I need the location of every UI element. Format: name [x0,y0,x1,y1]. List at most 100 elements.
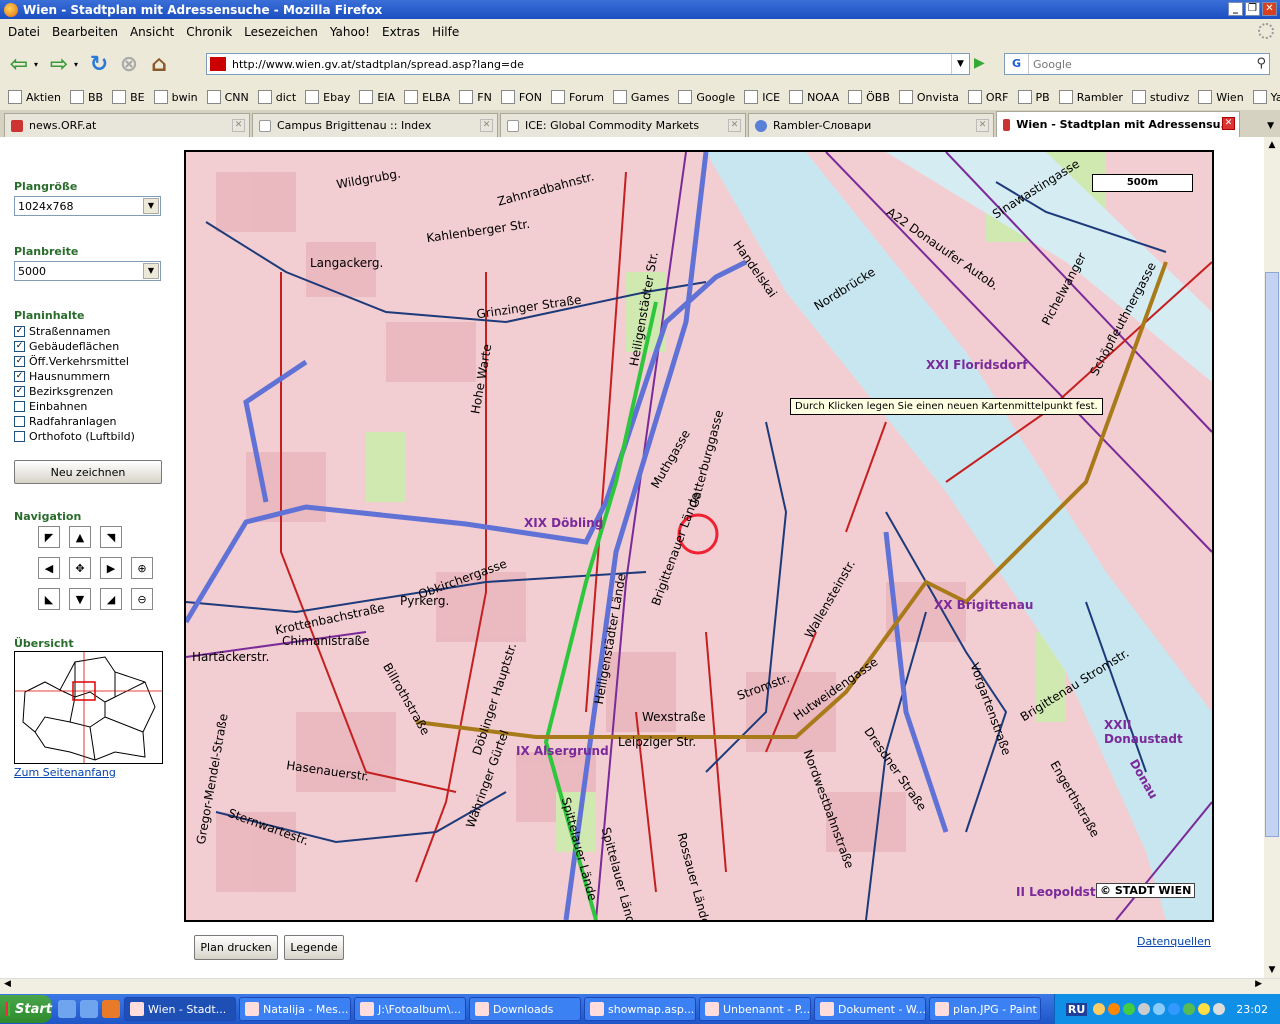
checkbox-unchecked[interactable] [14,401,25,412]
tray-icon[interactable] [1093,1003,1106,1015]
close-window-button[interactable]: ✕ [1262,2,1277,16]
option-verkehrsmittel[interactable]: ✓ Öff.Verkehrsmittel [14,354,164,369]
search-input[interactable]: G Google ⚲ [1004,53,1270,75]
checkbox-checked[interactable]: ✓ [14,341,25,352]
quicklaunch-icon[interactable] [58,1000,76,1018]
menu-datei[interactable]: Datei [2,25,46,39]
bookmark-item[interactable]: Google [678,90,735,104]
task-plan-paint[interactable]: plan.JPG - Paint [929,997,1041,1021]
tab-news-orf[interactable]: news.ORF.at ✕ [4,113,250,137]
bookmark-item[interactable]: studivz [1131,90,1189,104]
scroll-down-icon[interactable]: ▼ [1264,962,1280,978]
pan-west-icon[interactable]: ◀ [38,557,60,579]
checkbox-unchecked[interactable] [14,416,25,427]
bookmark-item[interactable]: ELBA [404,90,450,104]
top-of-page-link[interactable]: Zum Seitenanfang [14,766,116,779]
go-icon[interactable]: ▶ [974,55,985,71]
redraw-button[interactable]: Neu zeichnen [14,460,162,484]
stop-icon[interactable]: ⊗ [114,49,144,79]
scroll-up-icon[interactable]: ▲ [1264,137,1280,153]
task-showmap[interactable]: showmap.asp... [584,997,696,1021]
back-icon[interactable]: ⇦ [4,49,34,79]
overview-map[interactable] [14,651,163,764]
bookmark-item[interactable]: Aktien [8,90,61,104]
task-wien-stadtplan[interactable]: Wien - Stadt... [124,997,236,1021]
task-fotoalbum[interactable]: J:\Fotoalbum\... [354,997,466,1021]
language-indicator[interactable]: RU [1065,1002,1088,1016]
bookmark-item[interactable]: BB [70,90,103,104]
bookmark-item[interactable]: CNN [206,90,249,104]
pan-northwest-icon[interactable]: ◤ [38,526,60,548]
checkbox-checked[interactable]: ✓ [14,371,25,382]
close-tab-icon[interactable]: ✕ [976,119,989,132]
volume-icon[interactable] [1213,1003,1226,1015]
minimize-button[interactable]: _ [1228,2,1243,16]
option-hausnummern[interactable]: ✓ Hausnummern [14,369,164,384]
bookmark-item[interactable]: Ebay [305,90,350,104]
bookmark-item[interactable]: Games [612,90,669,104]
option-bezirksgrenzen[interactable]: ✓ Bezirksgrenzen [14,384,164,399]
bookmark-item[interactable]: PB [1017,90,1050,104]
bookmark-item[interactable]: Wien [1198,90,1244,104]
tab-wien-stadtplan[interactable]: Wien - Stadtplan mit Adressensu... ✕ [996,111,1240,137]
bookmark-item[interactable]: dict [257,90,296,104]
menu-yahoo[interactable]: Yahoo! [324,25,376,39]
close-tab-icon[interactable]: ✕ [232,119,245,132]
firefox-quicklaunch-icon[interactable] [102,1000,120,1018]
back-dropdown-icon[interactable]: ▾ [34,60,44,69]
pan-southwest-icon[interactable]: ◣ [38,588,60,610]
chevron-down-icon[interactable]: ▼ [143,263,159,279]
pan-east-icon[interactable]: ▶ [100,557,122,579]
zoom-out-icon[interactable]: ⊖ [131,588,153,610]
maximize-button[interactable]: ❐ [1245,2,1260,16]
close-tab-icon[interactable]: ✕ [728,119,741,132]
address-bar[interactable]: http://www.wien.gv.at/stadtplan/spread.a… [206,53,970,75]
tray-icon[interactable] [1123,1003,1136,1015]
forward-dropdown-icon[interactable]: ▾ [74,60,84,69]
pan-south-icon[interactable]: ▼ [69,588,91,610]
close-tab-icon[interactable]: ✕ [1222,117,1235,130]
menu-ansicht[interactable]: Ansicht [124,25,180,39]
close-tab-icon[interactable]: ✕ [480,119,493,132]
print-plan-button[interactable]: Plan drucken [194,935,278,960]
tray-icon[interactable] [1153,1003,1166,1015]
bookmark-item[interactable]: FN [459,90,492,104]
tray-icon[interactable] [1108,1003,1121,1015]
center-map-icon[interactable]: ✥ [69,557,91,579]
task-downloads[interactable]: Downloads [469,997,581,1021]
menu-lesezeichen[interactable]: Lesezeichen [238,25,324,39]
bookmark-item[interactable]: ICE [744,90,780,104]
address-dropdown-icon[interactable]: ▼ [951,54,969,74]
bookmark-item[interactable]: ORF [967,90,1009,104]
scroll-thumb[interactable] [1265,272,1279,837]
option-gebaeudeflaechen[interactable]: ✓ Gebäudeflächen [14,339,164,354]
checkbox-checked[interactable]: ✓ [14,386,25,397]
google-search-engine-icon[interactable]: G [1005,54,1029,74]
tray-icon[interactable] [1183,1003,1196,1015]
planbreite-select[interactable]: 5000 ▼ [14,261,161,281]
bookmark-item[interactable]: EIA [359,90,395,104]
checkbox-checked[interactable]: ✓ [14,326,25,337]
ie-quicklaunch-icon[interactable] [80,1000,98,1018]
reload-icon[interactable]: ↻ [84,49,114,79]
home-icon[interactable]: ⌂ [144,49,174,79]
vertical-scrollbar[interactable]: ▲ ▼ [1264,137,1280,978]
task-paint-unbenannt[interactable]: Unbenannt - P... [699,997,811,1021]
task-natalija[interactable]: Natalija - Mes... [239,997,351,1021]
data-sources-link[interactable]: Datenquellen [1137,935,1211,948]
tab-ice[interactable]: ICE: Global Commodity Markets ✕ [500,113,746,137]
tab-campus-brigittenau[interactable]: Campus Brigittenau :: Index ✕ [252,113,498,137]
tray-icon[interactable] [1198,1003,1211,1015]
bookmark-item[interactable]: Rambler [1058,90,1123,104]
legend-button[interactable]: Legende [284,935,344,960]
plangroesse-select[interactable]: 1024x768 ▼ [14,196,161,216]
horizontal-scrollbar[interactable]: ◀ ▶ [0,978,1280,994]
pan-north-icon[interactable]: ▲ [69,526,91,548]
city-map[interactable]: XIX Döbling XXI Floridsdorf XX Brigitten… [184,150,1214,922]
search-icon[interactable]: ⚲ [1256,56,1266,71]
menu-extras[interactable]: Extras [376,25,426,39]
pan-southeast-icon[interactable]: ◢ [100,588,122,610]
bookmark-item[interactable]: BE [112,90,145,104]
zoom-in-icon[interactable]: ⊕ [131,557,153,579]
bookmark-item[interactable]: NOAA [789,90,839,104]
